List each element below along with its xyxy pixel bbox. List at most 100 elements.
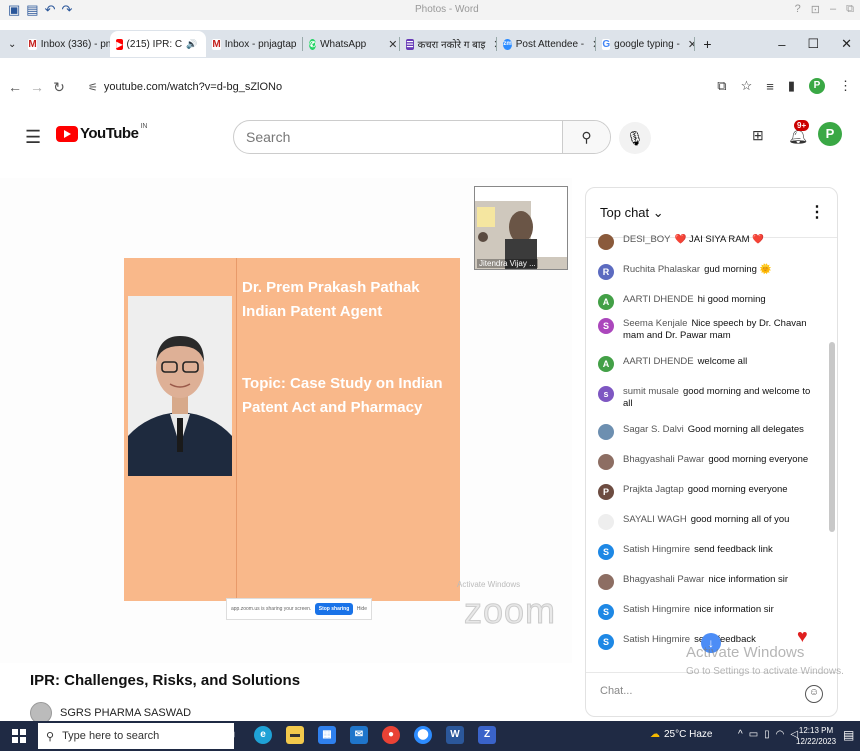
redo-icon[interactable]: ↷ (62, 2, 73, 18)
store-icon[interactable]: ▦ (318, 726, 336, 744)
chat-author[interactable]: Bhagyashali Pawar (623, 574, 704, 585)
video-player[interactable]: Dr. Prem Prakash Pathak Indian Patent Ag… (0, 178, 572, 663)
avatar[interactable]: P (598, 484, 614, 500)
chat-scrollbar[interactable] (829, 342, 835, 532)
minimize-icon[interactable]: – (778, 37, 785, 52)
word-icon[interactable]: ▣ (8, 2, 20, 18)
emoji-icon[interactable]: ☺ (805, 685, 823, 703)
taskbar-search[interactable]: ⚲ Type here to search (38, 723, 234, 749)
tab-google-typing[interactable]: G google typing - ✕ (596, 31, 694, 57)
avatar[interactable] (598, 454, 614, 470)
more-options-icon[interactable]: ⋮ (809, 202, 825, 222)
voice-search-button[interactable]: 🎙 (619, 122, 651, 154)
avatar[interactable]: S (598, 318, 614, 334)
minimize-icon[interactable]: – (830, 3, 836, 16)
hide-button[interactable]: Hide (357, 606, 367, 612)
back-icon[interactable]: ← (4, 79, 26, 95)
chat-author[interactable]: Satish Hingmire (623, 544, 690, 555)
new-tab-icon[interactable]: + (695, 36, 711, 52)
tab-whatsapp[interactable]: ✆ WhatsApp ✕ (303, 31, 399, 57)
tab-search-icon[interactable]: ⌄ (0, 39, 22, 50)
help-icon[interactable]: ? (795, 3, 801, 16)
close-icon[interactable]: ✕ (841, 36, 852, 52)
speaker-thumbnail: Jitendra Vijay ... (474, 186, 568, 270)
file-explorer-icon[interactable]: ▬ (286, 726, 304, 744)
bookmark-star-icon[interactable]: ☆ (741, 78, 753, 94)
side-panel-icon[interactable]: ▮ (788, 78, 795, 94)
top-chat-dropdown[interactable]: Top chat ⌄ (600, 205, 664, 221)
avatar[interactable] (598, 234, 614, 250)
task-view-icon[interactable]: ⧉ (222, 726, 240, 744)
zotero-icon[interactable]: Z (478, 726, 496, 744)
close-icon[interactable]: ✕ (493, 38, 496, 51)
zoom-app-icon[interactable]: ⬤ (414, 726, 432, 744)
more-menu-icon[interactable]: ⋮ (839, 78, 852, 94)
wifi-icon[interactable]: ◠ (776, 729, 785, 740)
chat-author[interactable]: Seema Kenjale (623, 318, 687, 329)
restore-icon[interactable]: ⧉ (846, 3, 854, 16)
mail-icon[interactable]: ✉ (350, 726, 368, 744)
avatar[interactable]: S (598, 604, 614, 620)
chat-author[interactable]: AARTI DHENDE (623, 356, 694, 367)
chat-author[interactable]: sumit musale (623, 386, 679, 397)
word-app-icon[interactable]: W (446, 726, 464, 744)
chat-author[interactable]: AARTI DHENDE (623, 294, 694, 305)
chevron-up-icon[interactable]: ^ (738, 729, 743, 740)
chat-author[interactable]: DESI_BOY (623, 234, 671, 245)
avatar[interactable] (598, 514, 614, 530)
site-info-icon[interactable]: ⚟ (88, 81, 98, 94)
close-icon[interactable]: ✕ (592, 38, 595, 51)
chat-author[interactable]: Satish Hingmire (623, 604, 690, 615)
chat-author[interactable]: Satish Hingmire (623, 634, 690, 645)
chat-author[interactable]: Prajkta Jagtap (623, 484, 684, 495)
profile-avatar[interactable]: P (809, 78, 825, 94)
undo-icon[interactable]: ↶ (45, 2, 56, 18)
avatar[interactable] (598, 574, 614, 590)
save-icon[interactable]: ▤ (26, 2, 38, 18)
chat-author[interactable]: SAYALI WAGH (623, 514, 687, 525)
hamburger-menu-icon[interactable]: ☰ (25, 127, 41, 148)
forward-icon[interactable]: → (26, 79, 48, 95)
avatar[interactable]: S (598, 544, 614, 560)
avatar[interactable] (598, 424, 614, 440)
avatar[interactable]: s (598, 386, 614, 402)
avatar[interactable]: A (598, 294, 614, 310)
taskbar-clock[interactable]: 12:13 PM 12/22/2023 (796, 725, 836, 747)
notification-center-icon[interactable]: ▤ (843, 728, 854, 742)
avatar[interactable]: A (598, 356, 614, 372)
tab-gmail-inbox[interactable]: M Inbox - pnjagtap ✕ (206, 31, 302, 57)
stop-sharing-button[interactable]: Stop sharing (314, 603, 354, 615)
close-icon[interactable]: ✕ (688, 38, 695, 51)
tab-post-attendee[interactable]: zm Post Attendee - ✕ (497, 31, 595, 57)
reload-icon[interactable]: ↻ (48, 79, 70, 96)
battery-icon[interactable]: ▯ (764, 729, 770, 740)
avatar[interactable]: P (818, 122, 842, 146)
avatar[interactable]: R (598, 264, 614, 280)
close-icon[interactable]: ✕ (388, 38, 397, 51)
cast-icon[interactable]: ⧉ (717, 78, 726, 94)
chat-input[interactable]: Chat... (600, 685, 632, 697)
chrome-icon[interactable]: ● (382, 726, 400, 744)
chat-author[interactable]: Ruchita Phalaskar (623, 264, 700, 275)
chat-author[interactable]: Bhagyashali Pawar (623, 454, 704, 465)
ribbon-display-icon[interactable]: ⊡ (811, 3, 820, 16)
search-button[interactable]: ⚲ (562, 121, 610, 153)
network-icon[interactable]: ▭ (749, 729, 758, 740)
address-bar[interactable]: ⚟ youtube.com/watch?v=d-bg_sZlONo (88, 77, 778, 97)
reading-list-icon[interactable]: ≡ (766, 79, 774, 94)
weather-widget[interactable]: ☁ 25°C Haze (650, 729, 712, 740)
tab-youtube-ipr[interactable]: ▶ (215) IPR: C 🔊 ✕ (110, 31, 207, 57)
edge-icon[interactable]: e (254, 726, 272, 744)
channel-name[interactable]: SGRS PHARMA SASWAD (60, 707, 191, 719)
chat-author[interactable]: Sagar S. Dalvi (623, 424, 684, 435)
notifications-button[interactable]: 🔔︎ 9+ (788, 120, 810, 146)
youtube-logo[interactable]: YouTube IN (56, 123, 147, 142)
avatar[interactable]: S (598, 634, 614, 650)
create-icon[interactable]: ⊞ (752, 127, 764, 144)
tab-gmail-inbox-336[interactable]: M Inbox (336) - pn ✕ (22, 31, 110, 57)
search-input[interactable] (246, 129, 566, 145)
audio-icon[interactable]: 🔊 (186, 39, 197, 50)
tab-google-forms[interactable]: ☰ कचरा नकोरे ग बाइ ✕ (400, 31, 496, 57)
windows-start-icon[interactable] (12, 729, 26, 743)
maximize-icon[interactable]: ☐ (807, 36, 819, 52)
